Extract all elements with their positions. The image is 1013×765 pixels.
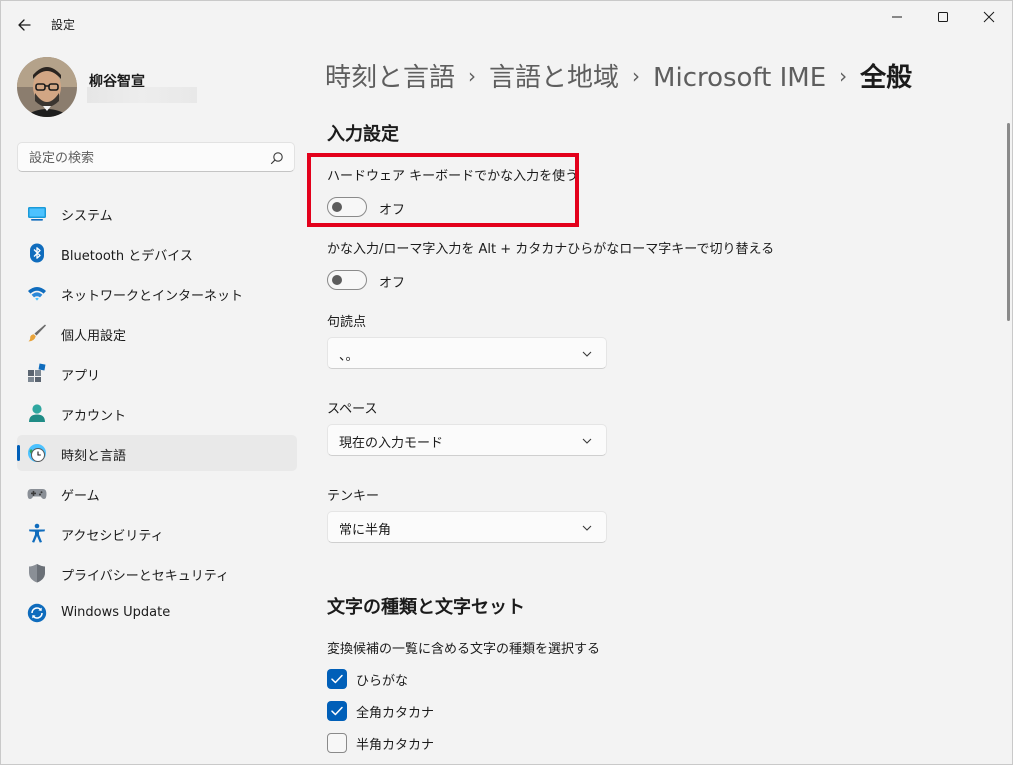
back-button[interactable] xyxy=(13,13,37,37)
search-input[interactable] xyxy=(27,143,271,173)
sidebar-nav: システム Bluetooth とデバイス ネットワークとインターネット 個人用設… xyxy=(17,195,297,635)
search-icon xyxy=(270,152,283,165)
punctuation-dropdown[interactable]: 、。 xyxy=(327,337,607,369)
tenkey-value: 常に半角 xyxy=(339,523,392,538)
sidebar-item-privacy[interactable]: プライバシーとセキュリティ xyxy=(17,555,297,591)
tenkey-dropdown[interactable]: 常に半角 xyxy=(327,511,607,543)
sidebar-item-label: ネットワークとインターネット xyxy=(61,289,244,304)
sidebar-item-apps[interactable]: アプリ xyxy=(17,355,297,391)
sidebar-item-gaming[interactable]: ゲーム xyxy=(17,475,297,511)
page-title: 全般 xyxy=(860,63,913,93)
checkbox-label: 全角カタカナ xyxy=(356,706,435,721)
checkbox-box[interactable] xyxy=(327,669,347,689)
bluetooth-icon xyxy=(30,243,44,263)
chevron-down-icon xyxy=(582,351,592,357)
sidebar-item-bluetooth[interactable]: Bluetooth とデバイス xyxy=(17,235,297,271)
sidebar-item-label: アクセシビリティ xyxy=(61,529,164,544)
sidebar-item-label: アプリ xyxy=(61,369,101,384)
chevron-down-icon xyxy=(582,438,592,444)
sidebar-item-label: システム xyxy=(61,209,113,224)
sidebar-item-label: ゲーム xyxy=(61,489,100,504)
sidebar-item-label: 個人用設定 xyxy=(61,329,127,344)
account-icon xyxy=(29,404,45,422)
toggle-knob xyxy=(332,275,342,285)
breadcrumb-item-language-region[interactable]: 言語と地域 xyxy=(489,63,619,93)
window-title: 設定 xyxy=(51,18,76,32)
settings-window: 設定 柳谷智宣 設定の検索 システム Bluetooth とデバイス ネットワー… xyxy=(0,0,1013,765)
close-button[interactable] xyxy=(966,1,1012,33)
close-icon xyxy=(983,11,995,23)
minimize-icon xyxy=(892,16,902,18)
checkbox-box[interactable] xyxy=(327,701,347,721)
breadcrumb-item-time-language[interactable]: 時刻と言語 xyxy=(325,63,455,93)
sidebar-item-label: 時刻と言語 xyxy=(61,449,127,464)
apps-icon xyxy=(28,363,46,382)
checkmark-icon xyxy=(331,706,343,716)
kana-romaji-switch-label: かな入力/ローマ字入力を Alt + カタカナひらがなローマ字キーで切り替える xyxy=(327,242,775,257)
breadcrumb-separator: › xyxy=(632,64,641,88)
avatar-image xyxy=(17,57,77,117)
punctuation-label: 句読点 xyxy=(327,315,367,330)
settings-search[interactable] xyxy=(17,142,295,173)
checkbox-label: 半角カタカナ xyxy=(356,738,435,753)
tenkey-label: テンキー xyxy=(327,489,380,504)
chevron-down-icon xyxy=(582,525,592,531)
checkbox-label: ひらがな xyxy=(356,674,409,689)
sidebar-item-label: Windows Update xyxy=(61,605,171,620)
space-label: スペース xyxy=(327,402,378,417)
breadcrumb-separator: › xyxy=(468,64,477,88)
title-bar: 設定 xyxy=(1,1,1012,47)
breadcrumb-separator: › xyxy=(839,64,848,88)
sidebar-item-windows-update[interactable]: Windows Update xyxy=(17,595,297,631)
kana-romaji-switch-state: オフ xyxy=(379,276,406,291)
space-dropdown[interactable]: 現在の入力モード xyxy=(327,424,607,456)
sidebar-item-accessibility[interactable]: アクセシビリティ xyxy=(17,515,297,551)
sidebar-item-time-language[interactable]: 時刻と言語 xyxy=(17,435,297,471)
avatar[interactable] xyxy=(17,57,77,117)
section-title-charset: 文字の種類と文字セット xyxy=(327,597,525,618)
user-email-redacted xyxy=(87,87,197,103)
system-icon xyxy=(28,207,46,221)
back-arrow-icon xyxy=(18,19,31,31)
charset-description: 変換候補の一覧に含める文字の種類を選択する xyxy=(327,642,601,657)
scrollbar-thumb[interactable] xyxy=(1007,123,1010,321)
time-language-icon xyxy=(28,444,46,462)
accessibility-icon xyxy=(29,523,45,543)
sidebar-item-system[interactable]: システム xyxy=(17,195,297,231)
sidebar-item-label: Bluetooth とデバイス xyxy=(61,249,193,264)
minimize-button[interactable] xyxy=(874,1,920,33)
checkbox-box[interactable] xyxy=(327,733,347,753)
maximize-button[interactable] xyxy=(920,1,966,33)
kana-romaji-switch-toggle[interactable] xyxy=(327,270,367,290)
sidebar-item-accounts[interactable]: アカウント xyxy=(17,395,297,431)
section-title-input-settings: 入力設定 xyxy=(327,124,399,145)
breadcrumb: 時刻と言語 › 言語と地域 › Microsoft IME › 全般 xyxy=(325,57,912,97)
space-value: 現在の入力モード xyxy=(339,436,444,451)
maximize-icon xyxy=(938,12,948,22)
update-icon xyxy=(27,603,47,623)
sidebar-item-network[interactable]: ネットワークとインターネット xyxy=(17,275,297,311)
punctuation-value: 、。 xyxy=(339,349,359,364)
wifi-icon xyxy=(28,287,46,301)
breadcrumb-item-microsoft-ime[interactable]: Microsoft IME xyxy=(653,63,826,93)
shield-icon xyxy=(29,564,45,583)
checkmark-icon xyxy=(331,674,343,684)
sidebar-item-label: アカウント xyxy=(61,409,127,424)
sidebar-item-personalization[interactable]: 個人用設定 xyxy=(17,315,297,351)
highlight-box xyxy=(307,153,579,227)
sidebar-item-label: プライバシーとセキュリティ xyxy=(61,569,229,584)
brush-icon xyxy=(28,324,46,342)
gamepad-icon xyxy=(27,489,47,499)
